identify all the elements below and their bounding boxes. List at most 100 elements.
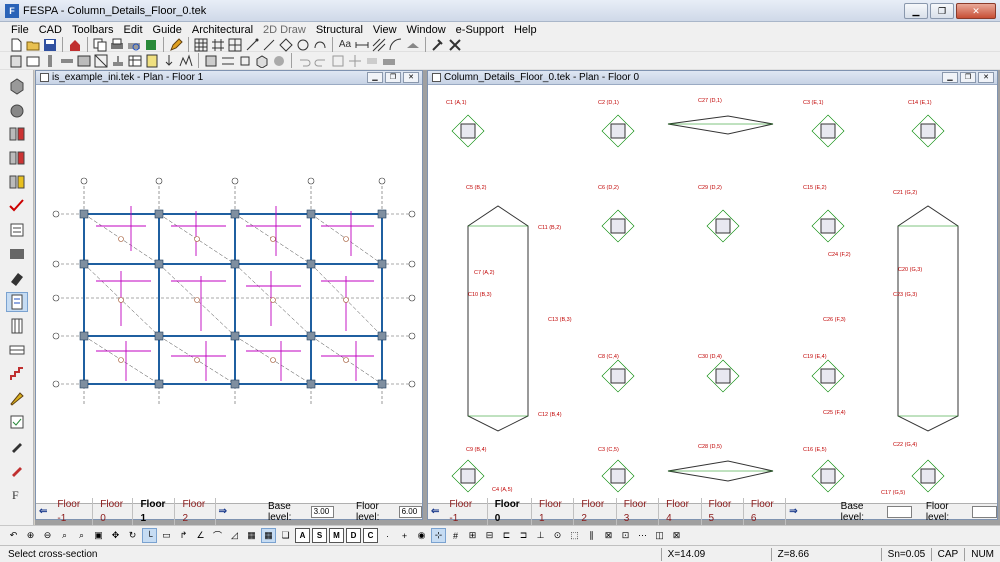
printer-icon[interactable]	[381, 53, 397, 69]
column-detail[interactable]	[811, 359, 845, 393]
analysis-m-button[interactable]: M	[329, 528, 344, 543]
rectangle-icon[interactable]: ▭	[159, 528, 174, 543]
perspective-icon[interactable]: ◿	[227, 528, 242, 543]
polar-icon[interactable]: ⌒	[210, 528, 225, 543]
dimension-icon[interactable]	[354, 37, 370, 53]
snap-node-icon[interactable]: ⊡	[618, 528, 633, 543]
column-detail[interactable]	[601, 459, 635, 493]
pencil-icon[interactable]	[168, 37, 184, 53]
floor-next-arrow-icon[interactable]: ⇒	[216, 506, 230, 517]
line-icon[interactable]	[261, 37, 277, 53]
copy-icon[interactable]	[92, 37, 108, 53]
column-icon[interactable]	[42, 53, 58, 69]
snap-line-icon[interactable]: ⊏	[499, 528, 514, 543]
floor-tab[interactable]: Floor 0	[93, 497, 134, 526]
zoom-extents-icon[interactable]: ▣	[91, 528, 106, 543]
floor-tab[interactable]: Floor -1	[50, 497, 94, 526]
tools-icon[interactable]	[447, 37, 463, 53]
wall-icon[interactable]	[76, 53, 92, 69]
mouse-icon[interactable]: ◉	[414, 528, 429, 543]
floor-prev-arrow-icon[interactable]: ⇐	[428, 506, 442, 517]
column-detail[interactable]	[811, 114, 845, 148]
floor-tab[interactable]: Floor 6	[744, 497, 787, 526]
analysis-icon[interactable]	[178, 53, 194, 69]
render-icon[interactable]	[271, 53, 287, 69]
floor-tab[interactable]: Floor 4	[659, 497, 702, 526]
pan-icon[interactable]: ✥	[108, 528, 123, 543]
column-detail[interactable]	[601, 114, 635, 148]
pan-icon[interactable]	[347, 53, 363, 69]
node-icon[interactable]	[244, 37, 260, 53]
column-detail[interactable]	[911, 459, 945, 493]
floor-tab[interactable]: Floor 5	[702, 497, 744, 526]
report-icon[interactable]	[144, 53, 160, 69]
column-detail[interactable]	[451, 459, 485, 493]
snap-quadrant-icon[interactable]: ◫	[652, 528, 667, 543]
doc-close-button[interactable]: ✕	[403, 72, 419, 83]
snap-center-icon[interactable]: ⊹	[431, 528, 446, 543]
element-properties-icon[interactable]	[6, 124, 28, 144]
hatch-icon[interactable]	[371, 37, 387, 53]
zoom-window-icon[interactable]	[330, 53, 346, 69]
layers-icon[interactable]: ❏	[278, 528, 293, 543]
polygon-icon[interactable]	[278, 37, 294, 53]
floor-tab-active[interactable]: Floor 0	[488, 497, 533, 526]
element-copy-icon[interactable]	[6, 148, 28, 168]
cross-section-icon[interactable]	[5, 292, 28, 312]
erase-icon[interactable]	[364, 53, 380, 69]
floor-next-arrow-icon[interactable]: ⇒	[786, 506, 800, 517]
column-detail-icon[interactable]	[6, 316, 28, 336]
rebar-check-icon[interactable]	[6, 412, 28, 432]
minimize-button[interactable]: ▁	[904, 3, 928, 19]
stair-icon[interactable]	[6, 364, 28, 384]
analysis-a-button[interactable]: A	[295, 528, 310, 543]
zoom-window-icon[interactable]: ⌕	[57, 528, 72, 543]
grid-icon[interactable]	[227, 37, 243, 53]
dot-icon[interactable]: ·	[380, 528, 395, 543]
floor-level-input[interactable]: 6.00	[398, 505, 423, 518]
snap-parallel-icon[interactable]: ∥	[584, 528, 599, 543]
table-icon[interactable]	[127, 53, 143, 69]
ortho-icon[interactable]: └	[142, 528, 157, 543]
snap-nearest-icon[interactable]: ⬚	[567, 528, 582, 543]
floor-tab[interactable]: Floor 3	[617, 497, 660, 526]
zoom-out-icon[interactable]: ⊖	[40, 528, 55, 543]
pipette-icon[interactable]	[6, 460, 28, 480]
floor-plan-icon[interactable]	[25, 53, 41, 69]
menu-help[interactable]: Help	[509, 22, 542, 38]
detail-icon[interactable]	[237, 53, 253, 69]
grid-display-icon[interactable]: ▦	[261, 528, 276, 543]
snap-midpoint-icon[interactable]: ⊟	[482, 528, 497, 543]
doc-minimize-button[interactable]: ▁	[942, 72, 958, 83]
snap-extension-icon[interactable]: ⋯	[635, 528, 650, 543]
view-3d-icon[interactable]	[254, 53, 270, 69]
column-detail[interactable]	[706, 359, 740, 393]
floor-tab[interactable]: Floor 2	[574, 497, 617, 526]
doc-maximize-button[interactable]: ❐	[385, 72, 401, 83]
angle-icon[interactable]: ∠	[193, 528, 208, 543]
print-preview-icon[interactable]	[126, 37, 142, 53]
floor-tab-active[interactable]: Floor 1	[133, 497, 176, 526]
snap-grid-icon[interactable]	[210, 37, 226, 53]
house-icon[interactable]	[67, 37, 83, 53]
export-icon[interactable]	[143, 37, 159, 53]
zoom-previous-icon[interactable]: ⌕	[74, 528, 89, 543]
undo-icon[interactable]	[296, 53, 312, 69]
snap-perpendicular-icon[interactable]: ⊥	[533, 528, 548, 543]
column-detail[interactable]	[601, 209, 635, 243]
doc-maximize-button[interactable]: ❐	[960, 72, 976, 83]
element-match-icon[interactable]	[6, 172, 28, 192]
base-level-input[interactable]: 3.00	[310, 505, 335, 518]
check-icon[interactable]	[6, 196, 28, 216]
sphere-icon[interactable]	[6, 100, 28, 120]
box-icon[interactable]	[6, 76, 28, 96]
load-icon[interactable]	[161, 53, 177, 69]
slab-plan-icon[interactable]	[93, 53, 109, 69]
print-icon[interactable]	[109, 37, 125, 53]
redo-icon[interactable]	[313, 53, 329, 69]
footing-icon[interactable]	[110, 53, 126, 69]
curve-icon[interactable]	[312, 37, 328, 53]
analysis-d-button[interactable]: D	[346, 528, 361, 543]
column-detail[interactable]	[601, 359, 635, 393]
floor-tab[interactable]: Floor -1	[442, 497, 488, 526]
